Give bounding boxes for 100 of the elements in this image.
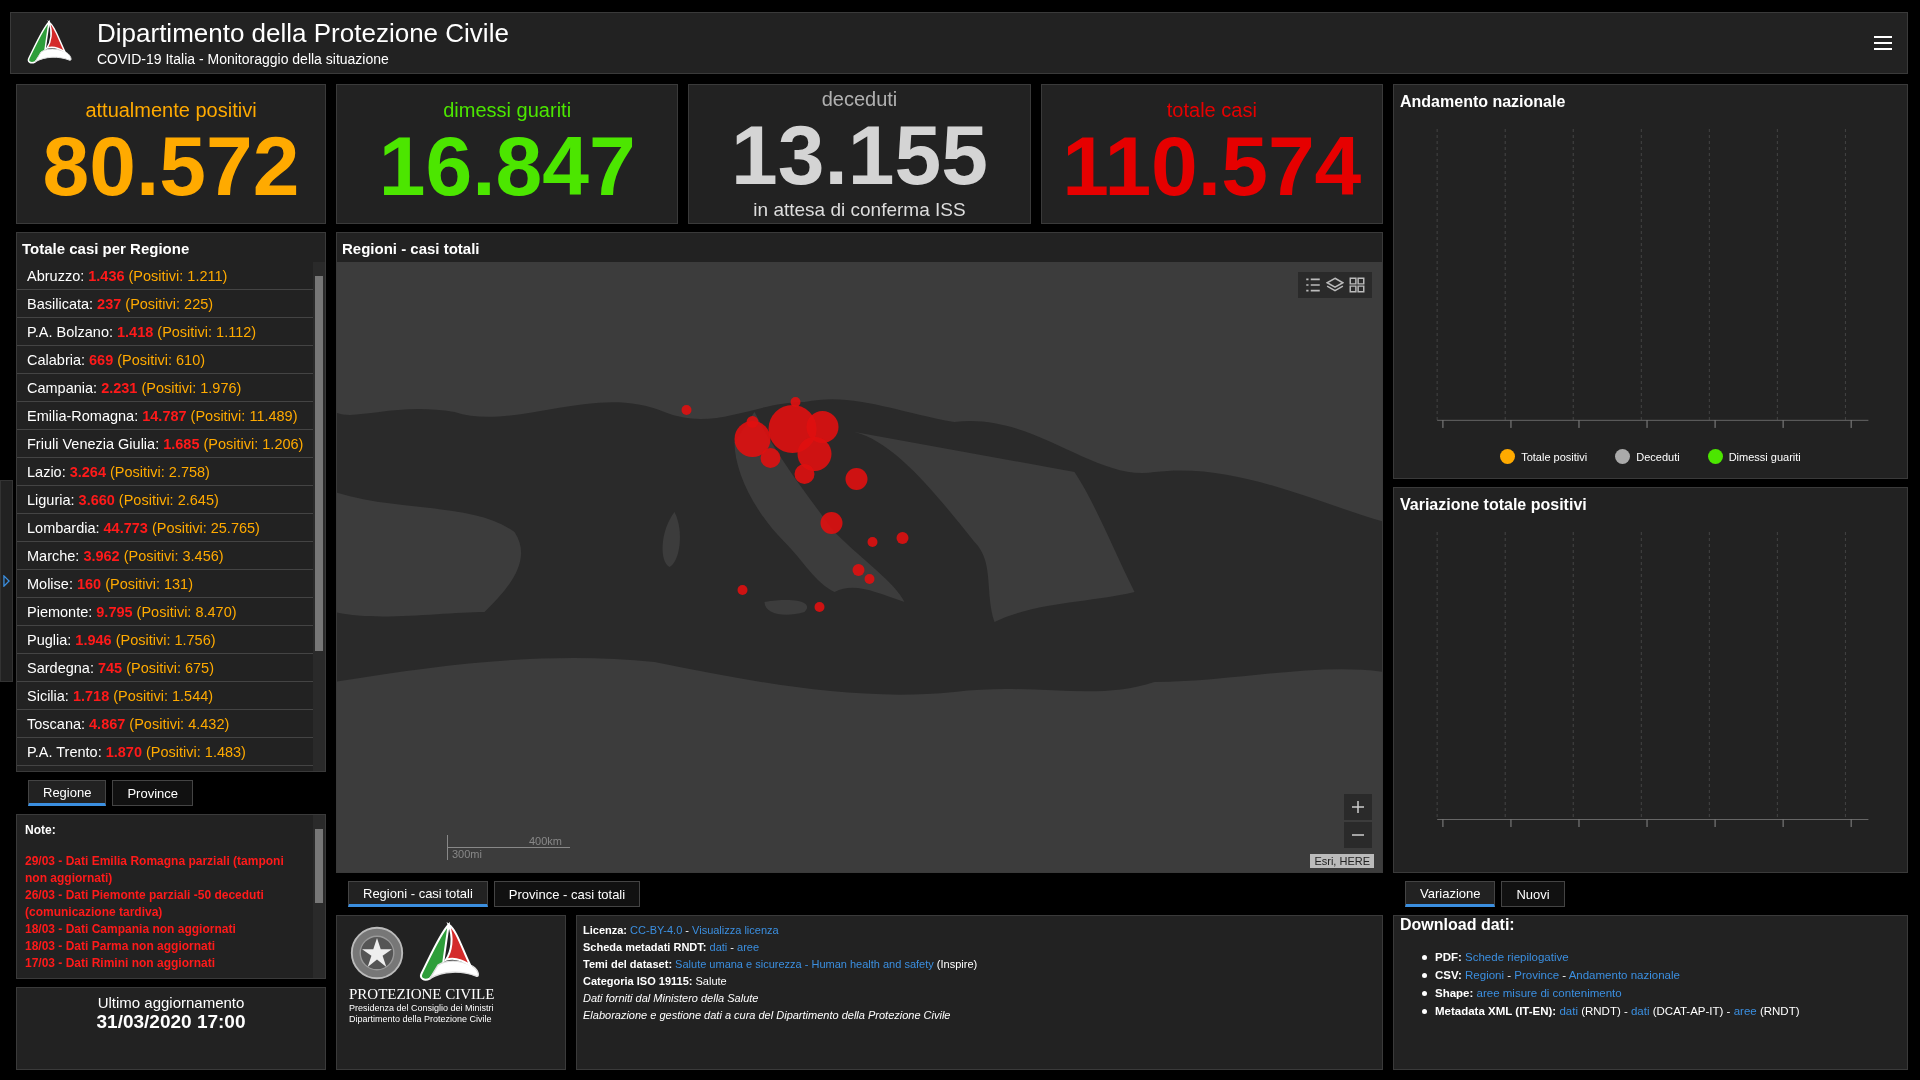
link[interactable]: aree [737, 941, 760, 953]
positive-count: (Positivi: 1.112) [157, 323, 257, 340]
region-name: Lazio: [27, 463, 66, 480]
app-title: Dipartimento della Protezione Civile [97, 17, 510, 49]
region-name: Molise: [27, 575, 73, 592]
positive-count: (Positivi: 8.470) [136, 603, 237, 620]
region-row[interactable]: Emilia-Romagna: 14.787 (Positivi: 11.489) [17, 402, 313, 430]
region-row[interactable]: Puglia: 1.946 (Positivi: 1.756) [17, 626, 313, 654]
menu-icon[interactable] [1873, 35, 1893, 51]
scrollbar[interactable] [313, 815, 325, 978]
stat-value: 13.155 [731, 111, 988, 199]
region-name: P.A. Bolzano: [27, 323, 113, 340]
case-total: 44.773 [103, 519, 148, 536]
info-line: Licenza: CC-BY-4.0 - Visualizza licenza [583, 923, 780, 938]
region-row[interactable]: Toscana: 4.867 (Positivi: 4.432) [17, 710, 313, 738]
region-row[interactable]: Sardegna: 745 (Positivi: 675) [17, 654, 313, 682]
positive-count: (Positivi: 2.645) [118, 491, 219, 508]
link[interactable]: Salute umana e sicurezza - Human health and safety [675, 958, 934, 970]
tab[interactable]: Variazione [1405, 881, 1496, 907]
case-total: 3.962 [83, 547, 120, 564]
grid-icon[interactable] [1348, 276, 1366, 294]
positive-count: (Positivi: 225) [125, 295, 214, 312]
link[interactable]: CC-BY-4.0 [630, 924, 683, 936]
map-attribution[interactable]: Esri, HERE [1310, 854, 1374, 868]
scale-bar: 400km [447, 835, 570, 848]
case-total: 1.718 [72, 687, 110, 704]
download-line: Shape: aree misure di contenimento [1435, 986, 1622, 1001]
plus-icon [1352, 801, 1364, 813]
organization-name: PROTEZIONE CIVILE [349, 986, 495, 1003]
tab[interactable]: Province - casi totali [493, 881, 641, 907]
tab[interactable]: Nuovi [1501, 881, 1565, 907]
region-name: Piemonte: [27, 603, 93, 620]
zoom-out-button[interactable] [1344, 822, 1372, 848]
stat-note: in attesa di conferma ISS [753, 199, 966, 221]
app-subtitle: COVID-19 Italia - Monitoraggio della situazione [97, 50, 390, 69]
panel-title: Andamento nazionale [1399, 92, 1567, 112]
region-name: Abruzzo: [27, 267, 85, 284]
legend-label: Deceduti [1636, 450, 1680, 463]
note-text: 26/03 - Dati Piemonte parziali -50 deceduti (comunicazione tardiva) [25, 887, 265, 921]
region-row[interactable]: Piemonte: 9.795 (Positivi: 8.470) [17, 598, 313, 626]
layers-icon[interactable] [1326, 276, 1344, 294]
case-total: 2.231 [101, 379, 138, 396]
case-total: 237 [97, 295, 122, 312]
link[interactable]: dati [709, 941, 728, 953]
link[interactable]: Andamento nazionale [1568, 969, 1680, 981]
stat-value: 80.572 [42, 122, 300, 210]
download-line: CSV: Regioni - Province - Andamento nazionale [1435, 968, 1680, 983]
region-row[interactable]: Basilicata: 237 (Positivi: 225) [17, 290, 313, 318]
positive-count: (Positivi: 1.756) [115, 631, 216, 648]
region-row[interactable]: P.A. Bolzano: 1.418 (Positivi: 1.112) [17, 318, 313, 346]
link[interactable]: Visualizza licenza [692, 924, 779, 936]
logo-icon [25, 20, 75, 66]
region-row[interactable]: Sicilia: 1.718 (Positivi: 1.544) [17, 682, 313, 710]
link[interactable]: Province [1514, 969, 1560, 981]
region-row[interactable]: Friuli Venezia Giulia: 1.685 (Positivi: 1.206) [17, 430, 313, 458]
region-name: Marche: [27, 547, 80, 564]
organization-subtitle: Dipartimento della Protezione Civile [349, 1014, 492, 1025]
case-total: 9.795 [96, 603, 133, 620]
tab[interactable]: Regioni - casi totali [348, 881, 488, 907]
region-name: Toscana: [27, 715, 86, 732]
region-row[interactable]: Liguria: 3.660 (Positivi: 2.645) [17, 486, 313, 514]
region-row[interactable]: Calabria: 669 (Positivi: 610) [17, 346, 313, 374]
tab[interactable]: Regione [28, 780, 107, 806]
case-total: 4.867 [89, 715, 126, 732]
positive-count: (Positivi: 1.976) [141, 379, 242, 396]
bullet-icon [1422, 972, 1427, 978]
positive-count: (Positivi: 11.489) [190, 407, 298, 424]
download-line: Metadata XML (IT-EN): dati (RNDT) - dati (DCAT-AP-IT) - aree (RNDT) [1435, 1004, 1800, 1019]
region-row[interactable]: Marche: 3.962 (Positivi: 3.456) [17, 542, 313, 570]
link[interactable]: Regioni [1465, 969, 1505, 981]
region-row[interactable]: Lazio: 3.264 (Positivi: 2.758) [17, 458, 313, 486]
region-name: Basilicata: [27, 295, 94, 312]
link[interactable]: aree misure di contenimento [1476, 987, 1622, 999]
stat-label: attualmente positivi [85, 98, 257, 122]
region-row[interactable]: Lombardia: 44.773 (Positivi: 25.765) [17, 514, 313, 542]
bullet-icon [1422, 1008, 1427, 1014]
bullet-icon [1422, 954, 1427, 960]
region-row[interactable]: P.A. Trento: 1.870 (Positivi: 1.483) [17, 738, 313, 766]
case-total: 160 [76, 575, 102, 592]
info-line: Elaborazione e gestione dati a cura del Dipartimento della Protezione Civile [583, 1008, 952, 1023]
zoom-in-button[interactable] [1344, 794, 1372, 820]
case-total: 1.946 [75, 631, 112, 648]
stat-value: 16.847 [378, 122, 636, 210]
expand-icon [3, 575, 10, 587]
region-row[interactable]: Campania: 2.231 (Positivi: 1.976) [17, 374, 313, 402]
region-row[interactable]: Abruzzo: 1.436 (Positivi: 1.211) [17, 262, 313, 290]
link[interactable]: dati [1630, 1005, 1650, 1017]
link[interactable]: dati [1559, 1005, 1578, 1017]
tab[interactable]: Province [112, 780, 193, 806]
case-total: 1.418 [117, 323, 154, 340]
bullet-icon [1422, 990, 1427, 996]
region-row[interactable]: Molise: 160 (Positivi: 131) [17, 570, 313, 598]
case-total: 3.660 [78, 491, 115, 508]
region-name: Campania: [27, 379, 98, 396]
positive-count: (Positivi: 1.206) [203, 435, 304, 452]
scrollbar[interactable] [313, 262, 325, 771]
scale-bar: 300mi [447, 848, 540, 860]
link[interactable]: aree [1733, 1005, 1757, 1017]
list-icon[interactable] [1304, 276, 1322, 294]
link[interactable]: Schede riepilogative [1465, 951, 1569, 963]
